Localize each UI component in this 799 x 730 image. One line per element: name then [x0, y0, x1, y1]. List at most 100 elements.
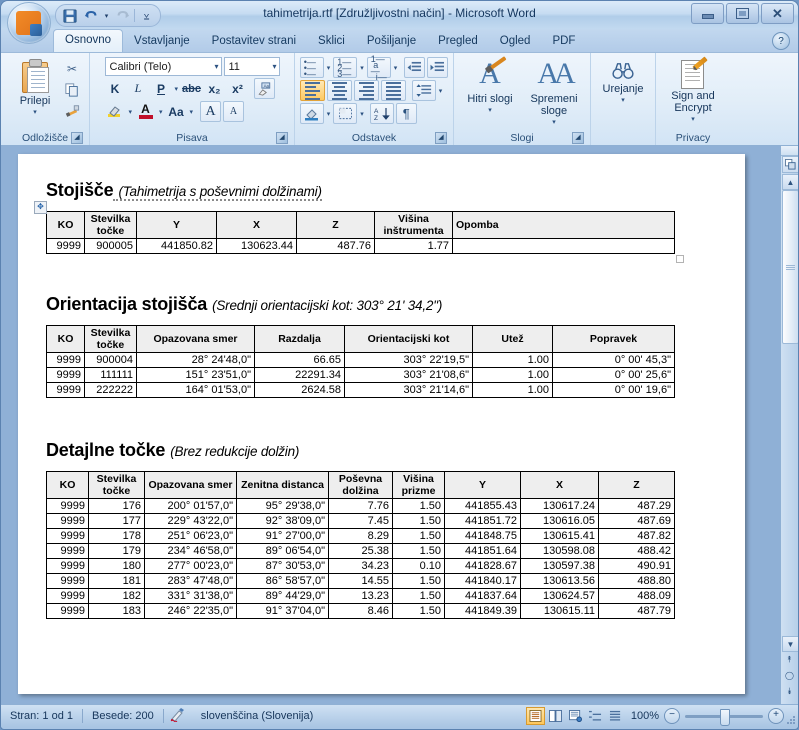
styles-dialog-launcher[interactable]: ◢	[572, 132, 584, 144]
table-row[interactable]: 9999 182 331° 31'38,0" 89° 44'29,0" 13.2…	[46, 588, 675, 604]
table-stojisce[interactable]: KO Stevilka točke Y X Z Višina inštrumen…	[46, 211, 675, 254]
table-detajlne-tocke[interactable]: KO Stevilka točke Opazovana smer Zenitna…	[46, 471, 675, 619]
table-row[interactable]: 9999 222222 164° 01'53,0" 2624.58 303° 2…	[46, 382, 675, 398]
chevron-down-icon[interactable]: ▾	[269, 62, 276, 71]
table-row[interactable]: 9999 177 229° 43'22,0" 92° 38'09,0" 7.45…	[46, 513, 675, 529]
decrease-indent-icon[interactable]	[404, 57, 426, 78]
table-row[interactable]: 9999 180 277° 00'23,0" 87° 30'53,0" 34.2…	[46, 558, 675, 574]
reading-view-icon[interactable]	[546, 707, 565, 725]
tab-vstavljanje[interactable]: Vstavljanje	[123, 31, 201, 52]
zoom-value[interactable]: 100%	[631, 710, 659, 722]
scroll-down-button[interactable]: ▼	[782, 636, 798, 652]
scrollbar-thumb[interactable]	[782, 190, 798, 344]
subscript-button[interactable]: x₂	[204, 78, 225, 99]
borders-icon[interactable]	[333, 103, 358, 124]
previous-page-icon[interactable]: ⯭	[782, 652, 797, 666]
change-case-dropdown-icon[interactable]: ▾	[189, 108, 195, 116]
page-status[interactable]: Stran: 1 od 1	[1, 710, 82, 722]
bold-button[interactable]: K	[105, 78, 126, 99]
tab-osnovno[interactable]: Osnovno	[53, 29, 124, 52]
tab-ogled[interactable]: Ogled	[489, 31, 542, 52]
font-size-combo[interactable]: 11 ▾	[223, 57, 280, 76]
grow-font-button[interactable]: A	[200, 101, 222, 122]
table-row[interactable]: 9999 183 246° 22'35,0" 91° 37'04,0" 8.46…	[46, 603, 675, 619]
document-page[interactable]: Stojišče (Tahimetrija s poševnimi dolžina…	[18, 154, 745, 694]
tab-pdf[interactable]: PDF	[541, 31, 586, 52]
table-row[interactable]: 9999 179 234° 46'58,0" 89° 06'54,0" 25.3…	[46, 543, 675, 559]
split-window-handle[interactable]	[781, 146, 798, 156]
quick-styles-dropdown-icon[interactable]: ▾	[487, 105, 493, 117]
vertical-scrollbar[interactable]: ▲ ▼ ⯭ ◯ ⯯	[780, 146, 798, 704]
paste-button[interactable]: Prilepi ▾	[8, 57, 62, 119]
tab-posiljanje[interactable]: Pošiljanje	[356, 31, 427, 52]
help-icon[interactable]: ?	[772, 32, 790, 50]
change-styles-dropdown-icon[interactable]: ▾	[551, 117, 557, 129]
line-spacing-dropdown-icon[interactable]: ▾	[438, 87, 444, 95]
tab-sklici[interactable]: Sklici	[307, 31, 356, 52]
sort-az-icon[interactable]: AZ	[369, 103, 394, 124]
font-dialog-launcher[interactable]: ◢	[276, 132, 288, 144]
table-resize-handle[interactable]	[676, 255, 684, 263]
zoom-out-button[interactable]: −	[664, 708, 680, 724]
table-row[interactable]: 9999 900004 28° 24'48,0" 66.65 303° 22'1…	[46, 352, 675, 368]
chevron-down-icon[interactable]: ▾	[211, 62, 218, 71]
zoom-in-button[interactable]: +	[768, 708, 784, 724]
zoom-slider[interactable]	[685, 708, 763, 726]
multilevel-dropdown-icon[interactable]: ▾	[393, 64, 399, 72]
italic-button[interactable]: L	[128, 78, 149, 99]
align-center-icon[interactable]	[326, 80, 352, 101]
minimize-button[interactable]	[691, 3, 724, 24]
bullets-dropdown-icon[interactable]: ▾	[326, 64, 332, 72]
table-orientacija[interactable]: KO Stevilka točke Opazovana smer Razdalj…	[46, 325, 675, 398]
change-styles-button[interactable]: AA Spremeni sloge ▾	[523, 57, 585, 129]
web-layout-icon[interactable]	[566, 707, 585, 725]
word-count-status[interactable]: Besede: 200	[83, 710, 163, 722]
table-row[interactable]: 9999 181 283° 47'48,0" 86° 58'57,0" 14.5…	[46, 573, 675, 589]
superscript-button[interactable]: x²	[227, 78, 248, 99]
format-painter-icon[interactable]	[62, 102, 82, 120]
highlight-dropdown-icon[interactable]: ▾	[128, 108, 134, 116]
underline-button[interactable]: P	[151, 78, 172, 99]
print-layout-icon[interactable]	[525, 707, 545, 725]
font-color-button[interactable]: A	[135, 101, 156, 122]
font-color-dropdown-icon[interactable]: ▾	[158, 108, 164, 116]
increase-indent-icon[interactable]	[427, 57, 449, 78]
editing-button[interactable]: Urejanje ▾	[597, 57, 649, 107]
sign-and-encrypt-button[interactable]: Sign and Encrypt ▾	[662, 56, 724, 126]
office-button[interactable]	[7, 2, 51, 44]
bullet-list-icon[interactable]: •— •— •—	[299, 57, 324, 78]
browse-object-icon[interactable]: ◯	[782, 668, 797, 682]
select-browse-object-icon[interactable]	[782, 156, 798, 173]
paragraph-dialog-launcher[interactable]: ◢	[435, 132, 447, 144]
next-page-icon[interactable]: ⯯	[782, 684, 797, 698]
table-row[interactable]: 9999 111111 151° 23'51,0" 22291.34 303° …	[46, 367, 675, 383]
language-status[interactable]: slovenščina (Slovenija)	[192, 710, 323, 722]
numbering-dropdown-icon[interactable]: ▾	[359, 64, 365, 72]
clipboard-dialog-launcher[interactable]: ◢	[71, 132, 83, 144]
quick-styles-button[interactable]: A Hitri slogi ▾	[459, 56, 521, 117]
align-right-icon[interactable]	[353, 80, 379, 101]
shading-icon[interactable]	[299, 103, 324, 124]
restore-button[interactable]	[726, 3, 759, 24]
scroll-up-button[interactable]: ▲	[782, 174, 798, 190]
align-left-icon[interactable]	[299, 80, 325, 101]
resize-grip[interactable]	[786, 716, 796, 726]
shrink-font-button[interactable]: A	[223, 101, 245, 122]
editing-dropdown-icon[interactable]: ▾	[620, 95, 626, 107]
clear-formatting-icon[interactable]: Aa	[254, 78, 276, 99]
change-case-button[interactable]: Aa	[166, 101, 187, 122]
justify-icon[interactable]	[380, 80, 406, 101]
sign-encrypt-dropdown-icon[interactable]: ▾	[690, 114, 696, 126]
borders-dropdown-icon[interactable]: ▾	[359, 110, 365, 118]
draft-view-icon[interactable]	[606, 707, 625, 725]
copy-icon[interactable]	[62, 81, 82, 99]
text-highlight-icon[interactable]	[105, 101, 126, 122]
multilevel-list-icon[interactable]: 1— a— i—	[366, 54, 391, 81]
numbered-list-icon[interactable]: 1— 2— 3—	[333, 57, 358, 78]
table-move-handle[interactable]: ✥	[34, 201, 47, 214]
underline-dropdown-icon[interactable]: ▾	[174, 85, 180, 93]
proofing-errors-icon[interactable]	[164, 707, 192, 725]
strikethrough-button[interactable]: abc	[181, 78, 202, 99]
table-row[interactable]: 9999 176 200° 01'57,0" 95° 29'38,0" 7.76…	[46, 498, 675, 514]
line-spacing-icon[interactable]	[411, 80, 436, 101]
